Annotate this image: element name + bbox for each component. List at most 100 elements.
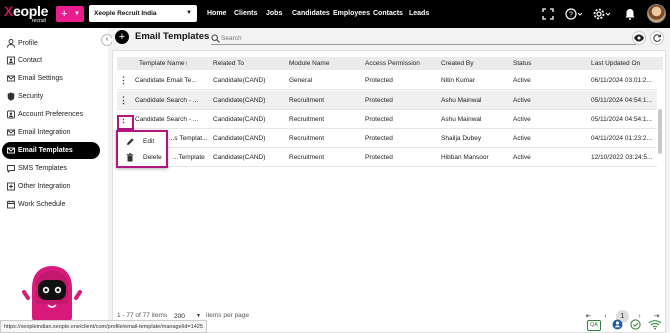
sidebar-item-email-templates[interactable]: Email Templates — [2, 142, 100, 159]
nav-clients[interactable]: Clients — [234, 0, 257, 28]
view-button[interactable] — [632, 31, 646, 45]
sort-arrow-icon: ↑ — [184, 60, 188, 67]
shield-icon — [7, 92, 15, 101]
cell-updated: 05/11/2024 04:54:1... — [591, 97, 652, 104]
status-url: https://xeopleindian.xeople.one/client/c… — [0, 320, 207, 333]
pencil-icon — [127, 138, 134, 145]
cell-access: Protected — [365, 135, 393, 142]
quick-add-button[interactable]: + ▼ — [56, 6, 84, 22]
cell-status: Active — [513, 135, 531, 142]
table-row[interactable]: ⋮ ...Template Candidate(CAND) Recruitmen… — [117, 148, 657, 167]
sidebar-item-security[interactable]: Security — [2, 88, 100, 105]
menu-item-delete[interactable]: Delete — [118, 150, 166, 165]
bell-icon[interactable] — [624, 8, 636, 20]
user-avatar[interactable] — [647, 4, 666, 23]
sidebar-item-label: Account Preferences — [18, 111, 83, 118]
nav-leads[interactable]: Leads — [409, 0, 429, 28]
cell-module: General — [289, 77, 313, 84]
cell-access: Protected — [365, 97, 393, 104]
column-header-related-to[interactable]: Related To — [213, 57, 244, 70]
organization-select[interactable]: Xeople Recruit India ▼ — [89, 5, 197, 22]
add-template-button[interactable]: + — [115, 30, 129, 44]
refresh-button[interactable] — [650, 31, 664, 45]
cell-created-by: Nitin Kumar — [441, 77, 475, 84]
cell-template-name: Candidate Search - ... — [135, 97, 199, 104]
table-row[interactable]: ⋮ Candidate Email Te... Candidate(CAND) … — [117, 71, 657, 90]
help-icon[interactable]: ? — [565, 8, 583, 20]
logo-sub: recruit — [32, 18, 46, 24]
sidebar-item-email-settings[interactable]: Email Settings — [2, 70, 100, 87]
cell-module: Recruitment — [289, 135, 325, 142]
cell-template-name: ...s Templat... — [169, 135, 208, 142]
sidebar-item-label: Contact — [18, 57, 43, 64]
calendar-icon — [7, 200, 15, 209]
cell-module: Recruitment — [289, 97, 325, 104]
column-header-created-by[interactable]: Created By — [441, 57, 474, 70]
settings-icon[interactable] — [593, 8, 611, 20]
sidebar-item-label: Security — [18, 93, 44, 100]
chevron-down-icon: ▼ — [74, 11, 80, 17]
nav-home[interactable]: Home — [207, 0, 226, 28]
sidebar-item-contact[interactable]: Contact — [2, 52, 100, 69]
nav-candidates[interactable]: Candidates — [292, 0, 330, 28]
sidebar-item-work-schedule[interactable]: Work Schedule — [2, 196, 100, 213]
sidebar-item-email-integration[interactable]: Email Integration — [2, 124, 100, 141]
mail-icon — [7, 75, 15, 82]
table-row[interactable]: ⋮ ...s Templat... Candidate(CAND) Recrui… — [117, 129, 657, 148]
cell-access: Protected — [365, 77, 393, 84]
eye-icon — [634, 34, 644, 42]
search-input[interactable] — [221, 32, 621, 44]
cell-access: Protected — [365, 154, 393, 161]
column-header-last-updated[interactable]: Last Updated On — [591, 57, 640, 70]
sidebar-item-label: Email Integration — [18, 129, 71, 136]
cell-created-by: Ashu Mainwal — [441, 116, 482, 123]
column-header-module-name[interactable]: Module Name — [289, 57, 329, 70]
wifi-icon — [648, 320, 662, 330]
menu-item-edit[interactable]: Edit — [118, 134, 166, 149]
column-header-status[interactable]: Status — [513, 57, 531, 70]
cell-module: Recruitment — [289, 154, 325, 161]
row-actions-icon[interactable]: ⋮ — [119, 71, 128, 90]
sidebar-item-profile[interactable]: Profile — [2, 35, 100, 52]
preferences-icon — [7, 110, 15, 119]
app-logo[interactable]: Xeople recruit — [4, 3, 52, 25]
templates-panel: Template Name↑ Related To Module Name Ac… — [112, 50, 666, 333]
column-header-template-name[interactable]: Template Name↑ — [139, 57, 188, 70]
user-icon — [7, 39, 15, 48]
page-title: Email Templates — [135, 31, 210, 42]
sidebar-item-other-integration[interactable]: Other Integration — [2, 178, 100, 195]
cell-related-to: Candidate(CAND) — [213, 77, 266, 84]
logo-wordmark: Xeople — [4, 3, 49, 19]
integration-mail-icon — [7, 129, 15, 136]
row-actions-icon[interactable]: ⋮ — [119, 91, 128, 110]
cell-module: Recruitment — [289, 116, 325, 123]
sidebar-item-sms-templates[interactable]: SMS Templates — [2, 160, 100, 177]
active-row-actions-highlight[interactable] — [117, 115, 134, 130]
items-range: 1 - 77 of 77 items — [117, 312, 168, 319]
table-scrollbar[interactable] — [658, 109, 662, 154]
nav-contacts[interactable]: Contacts — [373, 0, 403, 28]
cell-template-name: ...Template — [173, 154, 205, 161]
settings-sidebar: Profile Contact Email Settings Security … — [0, 28, 108, 333]
trash-icon — [126, 153, 134, 162]
fullscreen-icon[interactable] — [542, 8, 554, 20]
table-row[interactable]: ⋮ Candidate Search - ... Candidate(CAND)… — [117, 110, 657, 129]
top-bar: Xeople recruit + ▼ Xeople Recruit India ▼ … — [0, 0, 670, 28]
cell-created-by: Shailja Dubey — [441, 135, 482, 142]
contact-card-icon — [7, 56, 15, 65]
column-header-access-permission[interactable]: Access Permission — [365, 57, 420, 70]
table-row[interactable]: ⋮ Candidate Search - ... Candidate(CAND)… — [117, 91, 657, 110]
check-circle-icon[interactable] — [630, 319, 641, 330]
account-circle-icon[interactable] — [612, 319, 623, 330]
cell-updated: 06/11/2024 03:01:2... — [591, 77, 652, 84]
nav-employees[interactable]: Employees — [333, 0, 370, 28]
cell-status: Active — [513, 97, 531, 104]
qa-badge[interactable]: QA — [587, 320, 601, 331]
search-field[interactable] — [211, 32, 636, 45]
cell-access: Protected — [365, 116, 393, 123]
sidebar-item-label: SMS Templates — [18, 165, 67, 172]
sidebar-item-account-preferences[interactable]: Account Preferences — [2, 106, 100, 123]
sidebar-item-label: Other Integration — [18, 183, 71, 190]
chevron-down-icon: ▼ — [186, 10, 192, 16]
nav-jobs[interactable]: Jobs — [266, 0, 282, 28]
